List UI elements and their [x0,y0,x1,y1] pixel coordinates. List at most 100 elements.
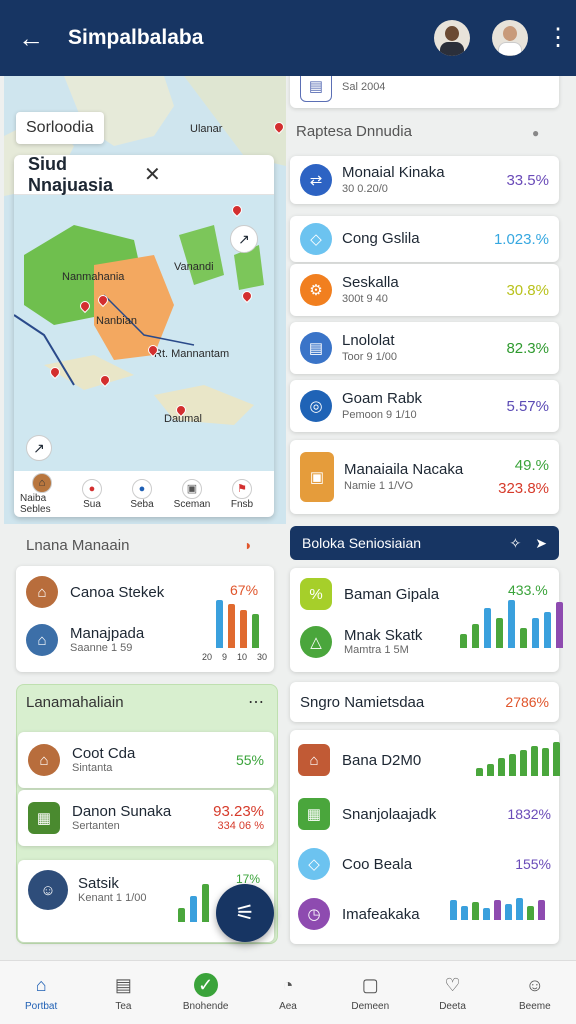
bar [532,618,539,648]
list-item[interactable]: ⌂ Bana D2M0 [298,744,421,776]
bar [252,614,259,648]
mini-bar-chart [450,898,545,920]
list-item-name: Canoa Stekek [70,583,165,601]
bar [487,764,494,776]
map-search-chip[interactable]: Sorloodia [16,112,104,144]
tent-icon: △ [300,626,332,658]
legend-item[interactable]: ● Seba [120,478,164,510]
nav-item-home[interactable]: ⌂ Portbat [9,973,73,1013]
nav-item-compass[interactable]: ◔ Aea [256,973,320,1013]
sliders-icon: ⚟ [235,900,255,925]
list-item-sub: Kenant 1 1/00 [78,892,147,905]
bar [178,908,185,922]
legend-item[interactable]: ⌂ Naiba Sebles [20,473,64,515]
list-item[interactable]: ◷ Imafeakaka [298,898,420,930]
section-title: Sngro Namietsdaa [300,693,425,711]
map-label-ulanar: Ulanar [190,123,223,135]
chest-icon: ▦ [28,802,60,834]
list-item-sub: 300t 9 40 [342,293,388,306]
region-map[interactable]: Nanmahania Vanandi Nanbian Rt. Mannantam… [14,195,274,471]
list-item-name: Cong Gslila [342,230,420,248]
nav-item-favorites[interactable]: ♡ Deeta [421,973,485,1013]
list-item-pct: 49.% [514,457,549,474]
bar [472,624,479,648]
building-icon: ⌂ [26,624,58,656]
section-header: Lnana Manaain [26,537,130,554]
close-icon[interactable]: ✕ [144,162,260,187]
check-icon: ✓ [193,973,218,997]
list-item-name: Goam Rabk [342,390,423,408]
list-item-pct-wrap: 49.% 323.8% [498,457,549,497]
region-card-header: Siud Nnajuasia ✕ [14,155,274,195]
list-item[interactable]: ▦ Danon Sunaka Sertanten 93.23% 334 06 % [18,790,274,846]
list-item[interactable]: △ Mnak Skatk Mamtra 1 5M [300,626,422,658]
legend-item[interactable]: ▣ Sceman [170,478,214,510]
locate-icon[interactable]: ↗ [26,435,52,461]
list-item[interactable]: ◇ Cong Gslila 1.023.% [290,216,559,262]
list-item-pct: 433.% [508,582,548,598]
list-item[interactable]: % Baman Gipala [300,578,439,610]
chat-icon: ▢ [361,974,379,995]
user-avatar[interactable] [434,20,470,56]
heart-icon: ♡ [444,974,461,995]
nav-item-profile[interactable]: ☺ Beeme [503,973,567,1013]
list-item[interactable]: ▦ Snanjolaajadk 1832% [298,798,551,830]
bar [505,904,512,920]
bar [508,600,515,648]
bar [498,758,505,776]
list-item-pct: 33.5% [506,171,549,189]
list-item-name: Mnak Skatk [344,627,423,645]
more-horizontal-icon[interactable]: ⋯ [248,692,264,712]
list-item-text: Monaial Kinaka 30 0.20/0 [342,164,506,196]
nav-label: Beeme [518,1001,551,1012]
compass-icon[interactable]: ↗ [230,225,258,253]
filter-fab-button[interactable]: ⚟ [216,884,274,942]
flame-icon[interactable]: ◗ [244,537,252,553]
bar [531,746,538,776]
more-options-icon[interactable]: ⋮ [546,26,570,50]
mini-bar-chart [476,742,560,776]
list-item-pct-wrap: 82.3% [506,340,549,357]
legend-item[interactable]: ⚑ Fnsb [220,478,264,510]
list-item-pct: 155% [515,856,551,872]
list-item[interactable]: ⌂ Canoa Stekek [26,576,164,608]
list-item[interactable]: ⌂ Manajpada Saanne 1 59 [26,624,144,656]
list-item[interactable]: ◇ Coo Beala 155% [298,848,551,880]
nav-label: Aea [279,1001,297,1012]
percent-icon: % [300,578,332,610]
list-item[interactable]: ⌂ Coot Cda Sintanta 55% [18,732,274,788]
bar [240,610,247,648]
nav-item-chat[interactable]: ▢ Demeen [338,973,402,1013]
temple-icon: ⌂ [298,744,330,776]
legend-item[interactable]: ● Sua [70,478,114,510]
list-item-sub: Sal 2004 [342,80,386,93]
list-item-text: Seskalla 300t 9 40 [342,274,506,306]
secondary-avatar[interactable] [492,20,528,56]
puzzle-icon[interactable]: ✧ [510,535,522,552]
mini-bar-chart [460,600,563,648]
grid-icon: ▦ [298,798,330,830]
bar-label: 30 [257,652,268,662]
list-item[interactable]: ◎ Goam Rabk Pemoon 9 1/10 5.57% [290,380,559,432]
bar [476,768,483,776]
list-item[interactable]: ▣ Manaiaila Nacaka Namie 1 1/VO 49.% 323.8% [290,440,559,514]
list-item-sub: Sertanten [72,820,120,833]
nav-item-check[interactable]: ✓ Bnohende [174,973,238,1012]
list-item-pct: 1.023.% [493,230,549,248]
bar [527,906,534,920]
list-item[interactable]: ⇄ Monaial Kinaka 30 0.20/0 33.5% [290,156,559,204]
list-item-pct: 55% [235,752,264,768]
section-header-card[interactable]: Sngro Namietsdaa 2786% [290,682,559,722]
list-item[interactable]: ▤ Lnololat Toor 9 1/00 82.3% [290,322,559,374]
legend-label: Sceman [173,498,211,510]
nav-item-map[interactable]: ▤ Tea [91,973,155,1013]
send-icon[interactable]: ➤ [535,535,547,552]
bottom-navigation: ⌂ Portbat ▤ Tea ✓ Bnohende ◔ Aea ▢ Demeen ♡ De… [0,960,576,1024]
list-item[interactable]: ⚙ Seskalla 300t 9 40 30.8% [290,264,559,316]
bar-label: 20 [202,652,213,662]
list-item-name: Monaial Kinaka [342,164,445,182]
filter-icon[interactable]: ● [532,126,539,140]
region-map-card: Siud Nnajuasia ✕ Nanmahania Vanandi Nanb… [14,155,274,517]
section-header-bar[interactable]: Boloka Seniosiaian ✧ ➤ [290,526,559,560]
back-arrow-icon[interactable]: ← [18,23,54,54]
